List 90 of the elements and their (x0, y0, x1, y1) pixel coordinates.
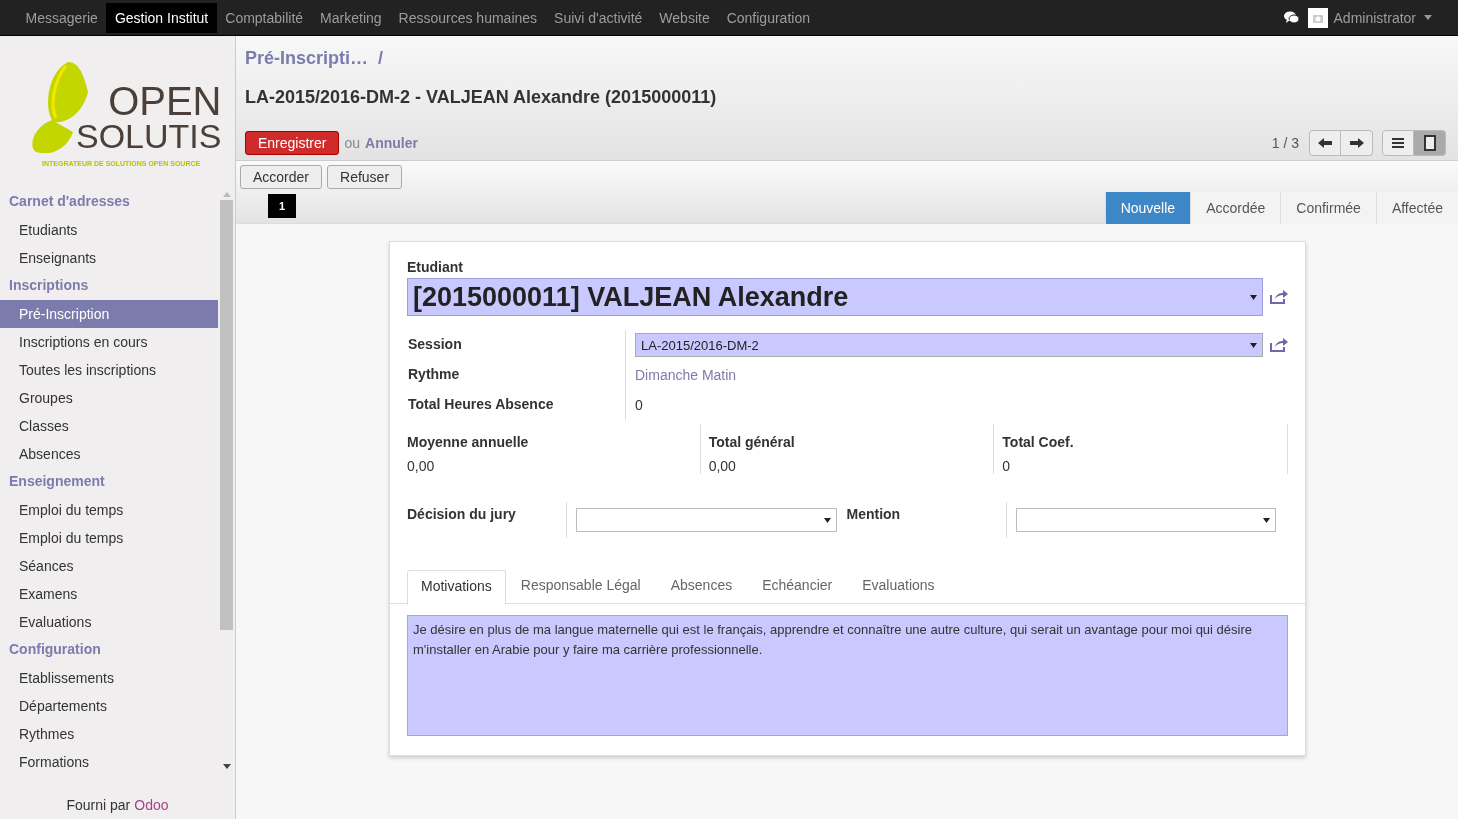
logo-text: SOLUTIS (76, 120, 222, 153)
field-label: Total Heures Absence (407, 390, 626, 420)
field-value: 0,00 (407, 458, 436, 474)
top-menu-item[interactable]: Comptabilité (216, 2, 312, 33)
select-field[interactable] (1015, 508, 1276, 532)
sidebar-item[interactable]: Enseignants (0, 244, 218, 272)
stage-step[interactable]: Affectée (1375, 192, 1458, 224)
external-link-icon[interactable] (1270, 290, 1288, 304)
notebook-tab[interactable]: Evaluations (847, 570, 950, 603)
field-label: Etudiant (407, 259, 464, 275)
stage-step[interactable]: Confirmée (1280, 192, 1376, 224)
sidebar-item[interactable]: Etablissements (0, 664, 218, 692)
sidebar-item[interactable]: Absences (0, 440, 218, 468)
form-icon (1423, 135, 1436, 151)
sidebar-section-title: Enseignement (8, 472, 106, 491)
dropdown-icon (1250, 342, 1257, 348)
count-badge: 1 (268, 194, 296, 218)
field-value: 0 (1002, 458, 1012, 474)
student-field[interactable]: [2015000011] VALJEAN Alexandre (407, 278, 1263, 316)
motivation-textarea[interactable]: Je désire en plus de ma langue maternelle qui est le français, apprendre et connaître une autre culture, qui serait un avantage pour moi qui désire m'installer en Arabie pour y faire ma carrière professionnelle. (407, 615, 1288, 736)
field-label: Total général (708, 434, 796, 450)
sidebar-section-title: Configuration (8, 640, 102, 659)
session-select[interactable]: LA-2015/2016-DM-2 (635, 333, 1263, 357)
sidebar-section-title: Carnet d'adresses (8, 192, 131, 211)
record-title: LA-2015/2016-DM-2 - VALJEAN Alexandre (2015000011) (245, 87, 718, 108)
top-menu-item[interactable]: Marketing (311, 2, 391, 33)
pager-text: 1 / 3 (1271, 135, 1299, 151)
next-button[interactable] (1341, 130, 1373, 156)
notebook-tab[interactable]: Responsable Légal (505, 570, 656, 603)
field-label: Session (407, 330, 626, 360)
top-menu-item[interactable]: Configuration (718, 2, 819, 33)
top-menu-item[interactable]: Ressources humaines (390, 2, 546, 33)
external-link-icon[interactable] (1270, 338, 1288, 352)
field-value: 0,00 (708, 458, 737, 474)
sidebar-item[interactable]: Groupes (0, 384, 218, 412)
sidebar-item[interactable]: Classes (0, 412, 218, 440)
breadcrumb-separator: / (378, 48, 384, 69)
field-label: Décision du jury (407, 502, 567, 538)
dropdown-icon (1250, 294, 1257, 300)
breadcrumb-link[interactable]: Pré-Inscripti… (245, 48, 369, 69)
sidebar-item[interactable]: Evaluations (0, 608, 218, 636)
footer-text: Fourni par (66, 797, 131, 813)
caret-icon (1424, 15, 1432, 20)
action-button[interactable]: Refuser (327, 165, 403, 189)
footer-link[interactable]: Odoo (134, 797, 169, 813)
sidebar-item[interactable]: Emploi du temps (0, 524, 218, 552)
top-menu-item[interactable]: Gestion Institut (106, 2, 217, 33)
logo-text: OPEN (108, 82, 222, 120)
chat-icon[interactable] (1283, 10, 1300, 25)
dropdown-icon (1263, 517, 1270, 523)
sidebar-item[interactable]: Inscriptions en cours (0, 328, 218, 356)
top-menu-item[interactable]: Messagerie (17, 2, 107, 33)
field-label: Rythme (407, 360, 626, 390)
stage-step[interactable]: Accordée (1190, 192, 1281, 224)
notebook-tab[interactable]: Echéancier (747, 570, 848, 603)
list-icon (1392, 138, 1404, 148)
top-menu-item[interactable]: Website (650, 2, 719, 33)
sidebar-item[interactable]: Pré-Inscription (0, 300, 218, 328)
sidebar-item[interactable]: Toutes les inscriptions (0, 356, 218, 384)
user-menu[interactable]: Administrator (1333, 9, 1416, 26)
notebook-tab[interactable]: Absences (655, 570, 748, 603)
scroll-thumb[interactable] (220, 200, 233, 630)
sidebar-item[interactable]: Etudiants (0, 216, 218, 244)
save-button[interactable]: Enregistrer (245, 131, 340, 155)
dropdown-icon (823, 517, 831, 523)
sidebar-item[interactable]: Rythmes (0, 720, 218, 748)
sidebar-item[interactable]: Séances (0, 552, 218, 580)
sidebar-section-title: Inscriptions (8, 276, 90, 295)
notebook-tab[interactable]: Motivations (407, 570, 506, 605)
list-view-button[interactable] (1382, 130, 1414, 156)
sidebar-item[interactable]: Départements (0, 692, 218, 720)
or-text: ou (344, 135, 361, 151)
avatar-icon (1307, 7, 1328, 28)
arrow-left-icon (1318, 138, 1332, 148)
action-button[interactable]: Accorder (240, 165, 323, 189)
top-menu-item[interactable]: Suivi d'activité (545, 2, 651, 33)
form-view-button[interactable] (1414, 130, 1446, 156)
sidebar-item[interactable]: Emploi du temps (0, 496, 218, 524)
field-label: Total Coef. (1002, 434, 1075, 450)
sidebar-item[interactable]: Examens (0, 580, 218, 608)
field-value: 0 (635, 397, 643, 413)
select-field[interactable] (576, 508, 837, 532)
stage-step[interactable]: Nouvelle (1104, 192, 1191, 224)
previous-button[interactable] (1309, 130, 1341, 156)
field-label: Moyenne annuelle (407, 434, 530, 450)
field-label: Mention (846, 502, 1007, 538)
sidebar-item[interactable]: Formations (0, 748, 218, 776)
field-link[interactable]: Dimanche Matin (635, 367, 737, 383)
arrow-right-icon (1349, 138, 1364, 148)
scroll-down-icon[interactable] (222, 764, 231, 769)
